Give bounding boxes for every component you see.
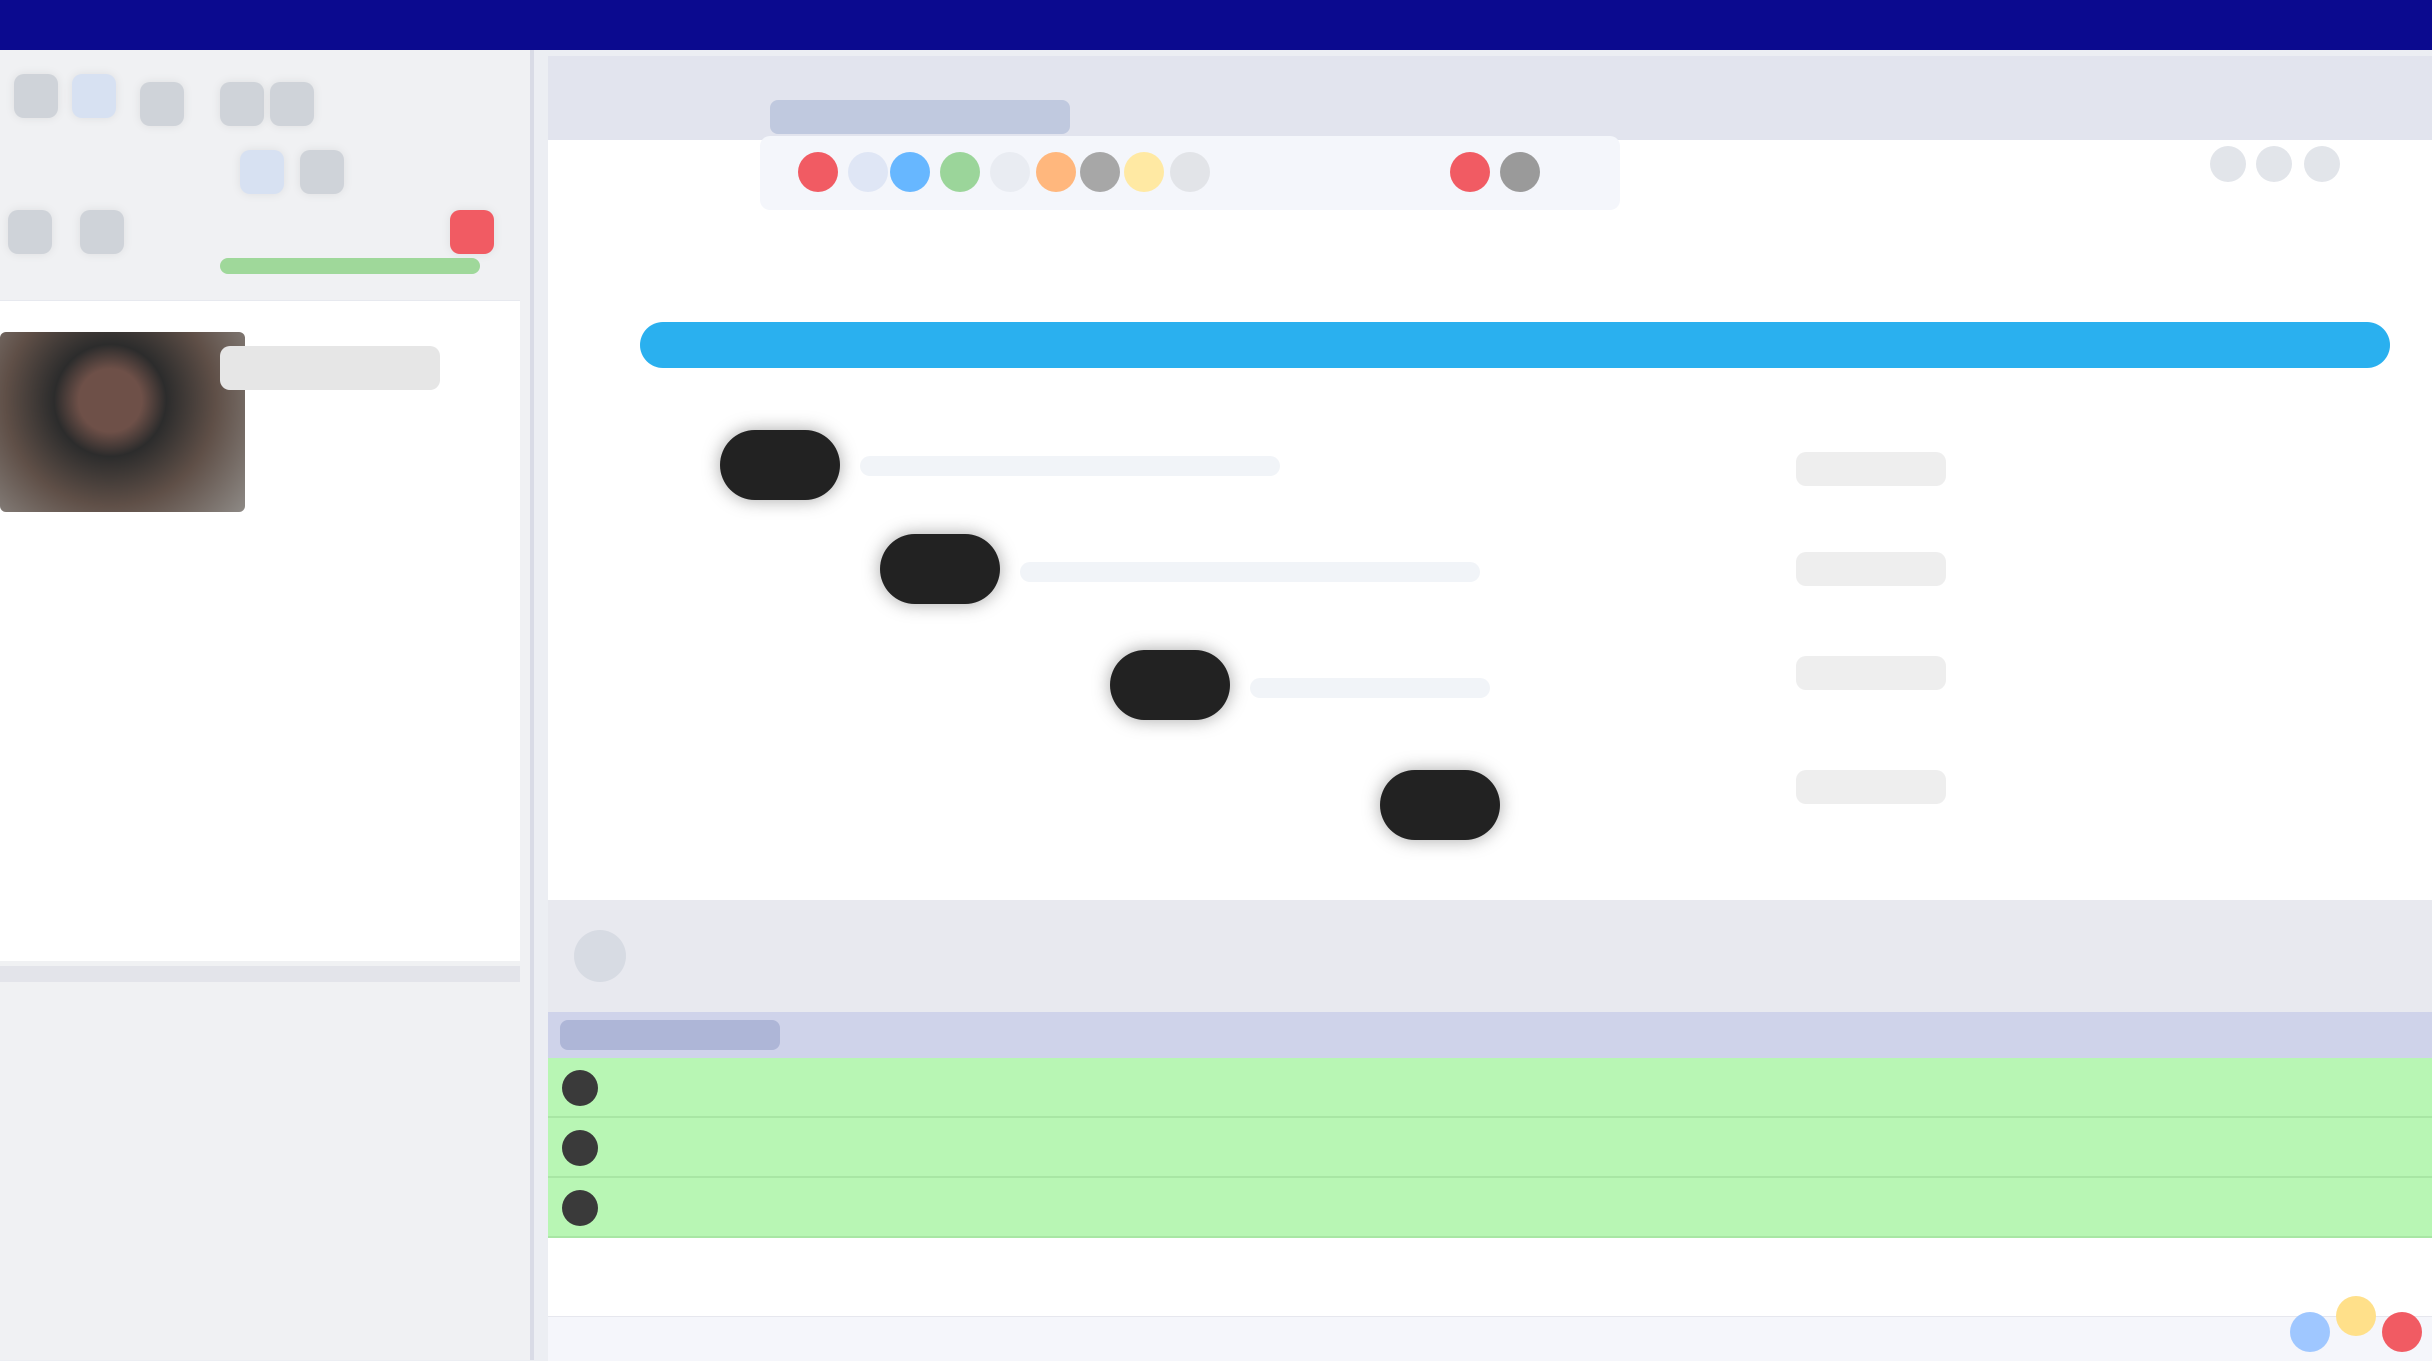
folder-icon[interactable] (848, 152, 888, 192)
main-progress-bar (640, 322, 2390, 368)
table-row[interactable] (548, 1058, 2432, 1118)
results-table (548, 1058, 2432, 1248)
new-icon[interactable] (14, 74, 58, 118)
tab-active[interactable] (770, 100, 1070, 134)
middle-tools (560, 920, 640, 1000)
row-col2 (918, 1192, 1598, 1222)
row-col2 (918, 1072, 1598, 1102)
play-icon[interactable] (220, 82, 264, 126)
window-titlebar (0, 0, 2432, 50)
middle-separator (548, 900, 2432, 1020)
event-time (1796, 552, 1946, 586)
warning-icon[interactable] (1124, 152, 1164, 192)
table-row[interactable] (548, 1118, 2432, 1178)
minimize-icon[interactable] (2210, 146, 2246, 182)
expand-icon[interactable] (574, 930, 626, 982)
gear-icon[interactable] (1080, 152, 1120, 192)
table-header-label (560, 1020, 780, 1050)
event-time (1796, 452, 1946, 486)
row-col1 (620, 1132, 760, 1162)
info-icon[interactable] (2290, 1312, 2330, 1352)
settings-icon[interactable] (240, 150, 284, 194)
event-time (1796, 770, 1946, 804)
settings-icon[interactable] (2304, 146, 2340, 182)
table-header (548, 1012, 2432, 1058)
document-icon[interactable] (990, 152, 1030, 192)
refresh-icon[interactable] (940, 152, 980, 192)
top-right-tools (2200, 136, 2350, 192)
event-row[interactable] (880, 534, 2180, 614)
stop-icon[interactable] (798, 152, 838, 192)
row-status-icon (562, 1190, 598, 1226)
bottom-strip (548, 1316, 2432, 1361)
table-row[interactable] (548, 1178, 2432, 1238)
row-status-icon (562, 1130, 598, 1166)
event-icon (1110, 650, 1230, 720)
event-row[interactable] (720, 430, 2180, 510)
target-icon[interactable] (1036, 152, 1076, 192)
left-status-bar (220, 258, 480, 274)
event-row[interactable] (1380, 770, 2180, 850)
event-icon (880, 534, 1000, 604)
tool-a-icon[interactable] (8, 210, 52, 254)
row-status-icon (562, 1070, 598, 1106)
close-icon[interactable] (1450, 152, 1490, 192)
event-time (1796, 656, 1946, 690)
camera-icon[interactable] (300, 150, 344, 194)
row-col1 (620, 1192, 760, 1222)
help-icon[interactable] (1500, 152, 1540, 192)
bottom-right-icons (2290, 1290, 2430, 1360)
left-panel-divider[interactable] (0, 966, 520, 982)
warning-icon[interactable] (2336, 1296, 2376, 1336)
pause-icon[interactable] (270, 82, 314, 126)
event-row[interactable] (1110, 650, 2180, 730)
user-avatar[interactable] (0, 332, 245, 512)
event-bar (860, 456, 1280, 476)
event-icon (1380, 770, 1500, 840)
alert-icon[interactable] (450, 210, 494, 254)
open-icon[interactable] (72, 74, 116, 118)
event-icon (720, 430, 840, 500)
error-icon[interactable] (2382, 1312, 2422, 1352)
save-icon[interactable] (140, 82, 184, 126)
tool-b-icon[interactable] (80, 210, 124, 254)
event-bar (1020, 562, 1480, 582)
play-icon[interactable] (890, 152, 930, 192)
row-col1 (620, 1072, 760, 1102)
maximize-icon[interactable] (2256, 146, 2292, 182)
row-col2 (918, 1132, 1598, 1162)
event-bar (1250, 678, 1490, 698)
link-icon[interactable] (1170, 152, 1210, 192)
main-toolbar (760, 136, 1620, 210)
left-name-field[interactable] (220, 346, 440, 390)
